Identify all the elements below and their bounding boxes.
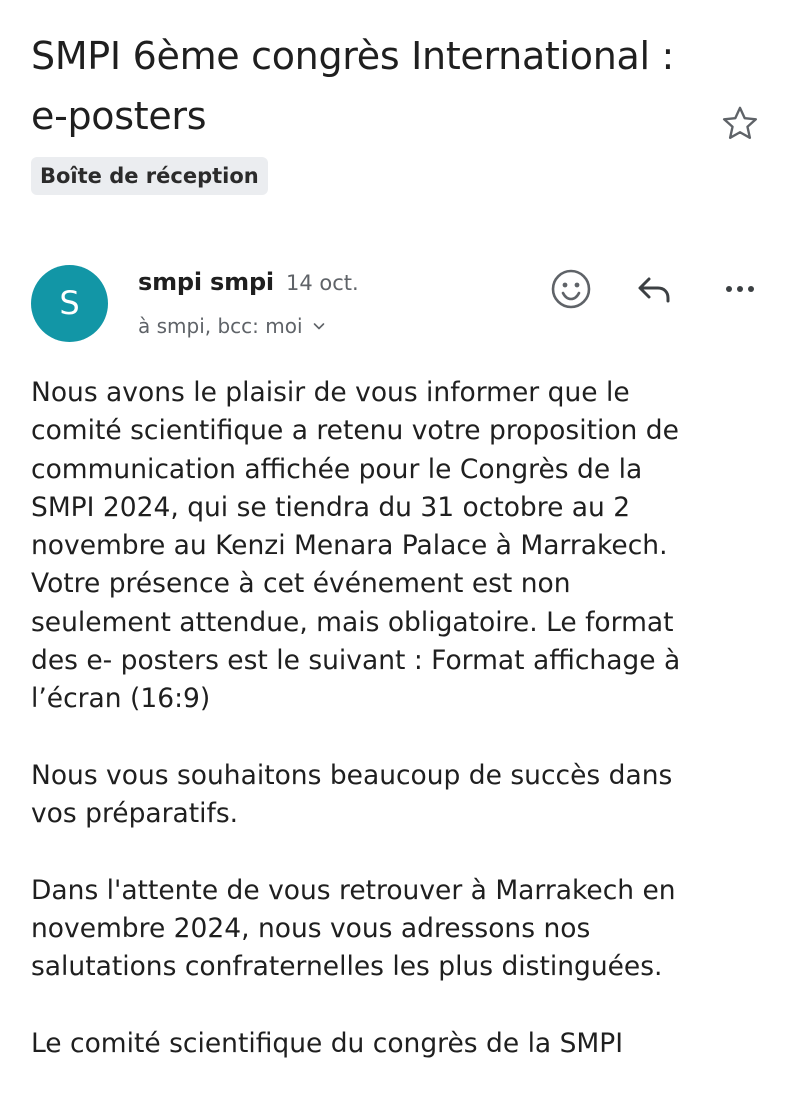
smiley-icon[interactable] [547,265,595,313]
inbox-label-chip[interactable]: Boîte de réception [31,157,268,195]
body-paragraph: Nous vous souhaitons beaucoup de succès … [31,759,673,830]
sender-avatar[interactable]: S [31,265,108,342]
email-subject: SMPI 6ème congrès International : e-post… [31,34,675,138]
reply-icon[interactable] [631,265,679,313]
body-paragraph: Dans l'attente de vous retrouver à Marra… [31,874,676,983]
message-date: 14 oct. [286,271,359,295]
message-body: Nous avons le plaisir de vous informer q… [31,374,771,1102]
sender-name[interactable]: smpi smpi [138,267,274,297]
body-signature: Le comité scientifique du congrès de la … [31,1028,624,1060]
chevron-down-icon [313,323,324,330]
more-options-icon[interactable] [716,265,764,313]
recipients-toggle[interactable]: à smpi, bcc: moi [138,312,327,340]
star-icon[interactable] [718,102,762,146]
recipients-text: à smpi, bcc: moi [138,314,303,338]
body-paragraph: Nous avons le plaisir de vous informer q… [31,377,681,715]
